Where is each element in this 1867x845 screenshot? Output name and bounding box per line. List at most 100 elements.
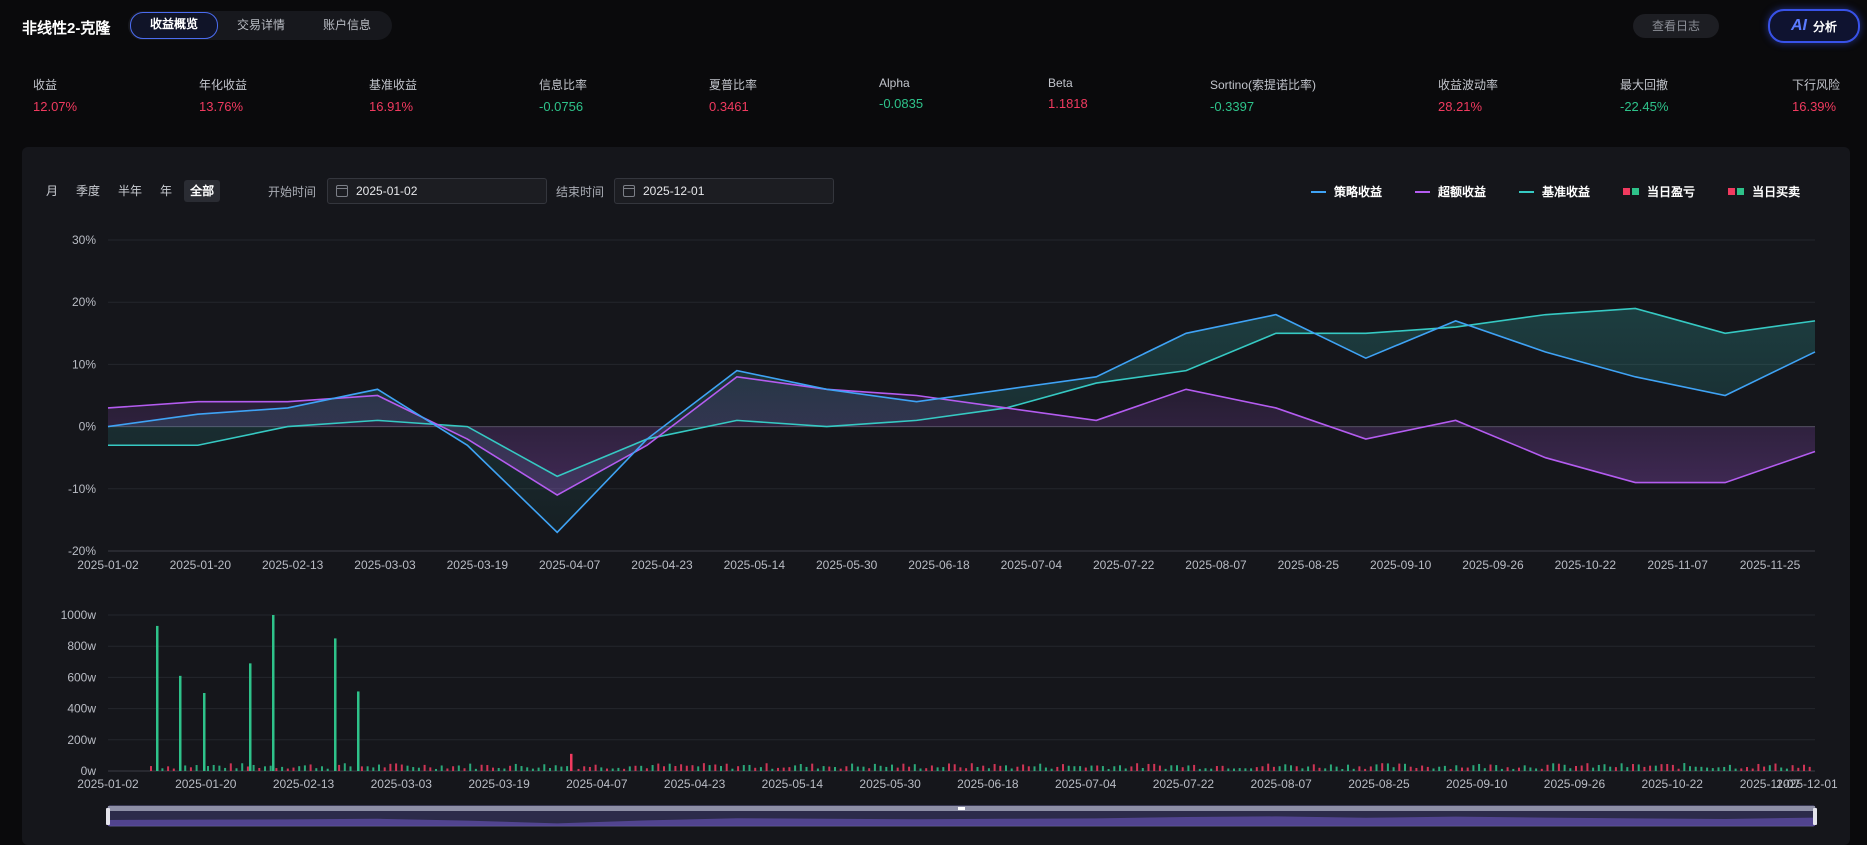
volume-bar bbox=[1250, 768, 1253, 771]
volume-bar bbox=[611, 768, 614, 771]
volume-bar bbox=[326, 768, 329, 771]
volume-bar bbox=[845, 766, 848, 771]
volume-bar bbox=[1443, 765, 1446, 771]
volume-bar bbox=[588, 766, 591, 771]
volume-bar bbox=[919, 768, 922, 771]
volume-bar bbox=[1005, 765, 1007, 771]
volume-bar bbox=[570, 753, 573, 771]
volume-bar bbox=[1409, 766, 1412, 771]
y-tick-label: 1000w bbox=[61, 608, 97, 622]
volume-bar bbox=[1700, 766, 1703, 771]
volume-bar bbox=[987, 768, 990, 771]
volume-bar bbox=[765, 763, 768, 771]
volume-bar bbox=[628, 766, 631, 771]
volume-bar bbox=[885, 766, 888, 771]
y-tick-label: 10% bbox=[72, 357, 96, 371]
y-tick-label: 600w bbox=[67, 670, 96, 684]
volume-bar bbox=[492, 767, 494, 771]
volume-bar bbox=[1329, 764, 1332, 771]
volume-bar bbox=[1666, 763, 1669, 771]
volume-bar bbox=[1158, 765, 1161, 771]
volume-bar bbox=[1654, 765, 1657, 771]
volume-bar bbox=[1649, 765, 1652, 771]
volume-bar bbox=[172, 768, 175, 771]
volume-bar bbox=[1090, 765, 1093, 771]
volume-bar bbox=[179, 675, 182, 771]
volume-bar bbox=[1347, 764, 1349, 771]
volume-bar bbox=[357, 691, 360, 771]
volume-bar bbox=[1489, 764, 1492, 771]
volume-bar bbox=[754, 767, 757, 771]
volume-bar bbox=[264, 766, 266, 771]
volume-bar bbox=[1136, 763, 1139, 771]
volume-bar bbox=[1455, 765, 1458, 771]
volume-bar bbox=[1335, 766, 1338, 771]
volume-bar bbox=[1301, 768, 1304, 771]
volume-bar bbox=[1295, 766, 1298, 771]
volume-bar bbox=[1022, 764, 1025, 771]
volume-bar bbox=[1141, 767, 1144, 771]
slider-handle-right[interactable] bbox=[1813, 808, 1817, 825]
volume-bar bbox=[634, 765, 637, 771]
y-tick-label: 20% bbox=[72, 295, 96, 309]
volume-bar bbox=[360, 766, 363, 771]
volume-bar bbox=[1352, 768, 1355, 771]
volume-bar bbox=[913, 764, 916, 771]
volume-bar bbox=[292, 767, 295, 771]
volume-bar bbox=[577, 768, 580, 771]
volume-bar bbox=[218, 765, 221, 771]
daily-bar-chart: 1000w 800w 600w 400w 200w 0w2025-01-02 2025-01… bbox=[61, 608, 1838, 791]
volume-bar bbox=[970, 763, 973, 771]
volume-bar bbox=[606, 768, 608, 771]
volume-bar bbox=[1307, 766, 1310, 771]
volume-bar bbox=[782, 767, 785, 771]
volume-bar bbox=[1267, 763, 1270, 771]
range-slider[interactable] bbox=[106, 805, 1817, 827]
slider-grip-icon[interactable] bbox=[958, 807, 965, 810]
volume-bar bbox=[1728, 764, 1731, 771]
x-tick-label: 2025-09-10 bbox=[1370, 558, 1432, 572]
volume-bar bbox=[1438, 766, 1441, 771]
volume-bar bbox=[948, 763, 950, 771]
volume-bar bbox=[1432, 768, 1435, 771]
volume-bar bbox=[891, 764, 893, 771]
volume-bar bbox=[1603, 764, 1606, 771]
volume-bar bbox=[1512, 768, 1515, 771]
volume-bar bbox=[1164, 768, 1167, 771]
volume-bar bbox=[663, 766, 665, 771]
slider-handle-left[interactable] bbox=[106, 808, 110, 825]
volume-bar bbox=[275, 768, 278, 771]
volume-bar bbox=[406, 765, 409, 771]
x-tick-label: 2025-10-22 bbox=[1555, 558, 1617, 572]
volume-bar bbox=[286, 768, 289, 771]
volume-bar bbox=[457, 765, 460, 771]
volume-bar bbox=[1575, 765, 1577, 771]
x-tick-label: 2025-06-18 bbox=[908, 558, 970, 572]
volume-bar bbox=[1096, 765, 1099, 771]
returns-line-chart: 30% 20% 10% 0% -10% -20%2025-01-02 2025-01-20 2… bbox=[68, 233, 1816, 572]
x-tick-label: 2025-07-22 bbox=[1093, 558, 1155, 572]
volume-bar bbox=[1272, 766, 1275, 771]
volume-bar bbox=[1540, 768, 1543, 771]
volume-bar bbox=[1039, 763, 1042, 771]
volume-bar bbox=[856, 766, 859, 771]
volume-bar bbox=[235, 768, 238, 771]
volume-bar bbox=[497, 767, 500, 771]
volume-bar bbox=[1375, 764, 1378, 771]
volume-bar bbox=[224, 767, 227, 771]
volume-bar bbox=[1221, 765, 1224, 771]
volume-bar bbox=[697, 766, 700, 771]
volume-bar bbox=[1774, 763, 1777, 771]
volume-bar bbox=[725, 763, 728, 771]
y-tick-label: 400w bbox=[67, 702, 96, 716]
volume-bar bbox=[959, 767, 962, 771]
volume-bar bbox=[1067, 765, 1070, 771]
x-tick-label: 2025-05-30 bbox=[816, 558, 878, 572]
volume-bar bbox=[1176, 765, 1178, 771]
volume-bar bbox=[759, 767, 762, 771]
x-tick-label: 2025-03-19 bbox=[447, 558, 509, 572]
volume-bar bbox=[1244, 768, 1247, 771]
volume-bar bbox=[1518, 767, 1520, 771]
x-tick-label: 2025-09-26 bbox=[1462, 558, 1524, 572]
volume-bar bbox=[315, 768, 318, 771]
